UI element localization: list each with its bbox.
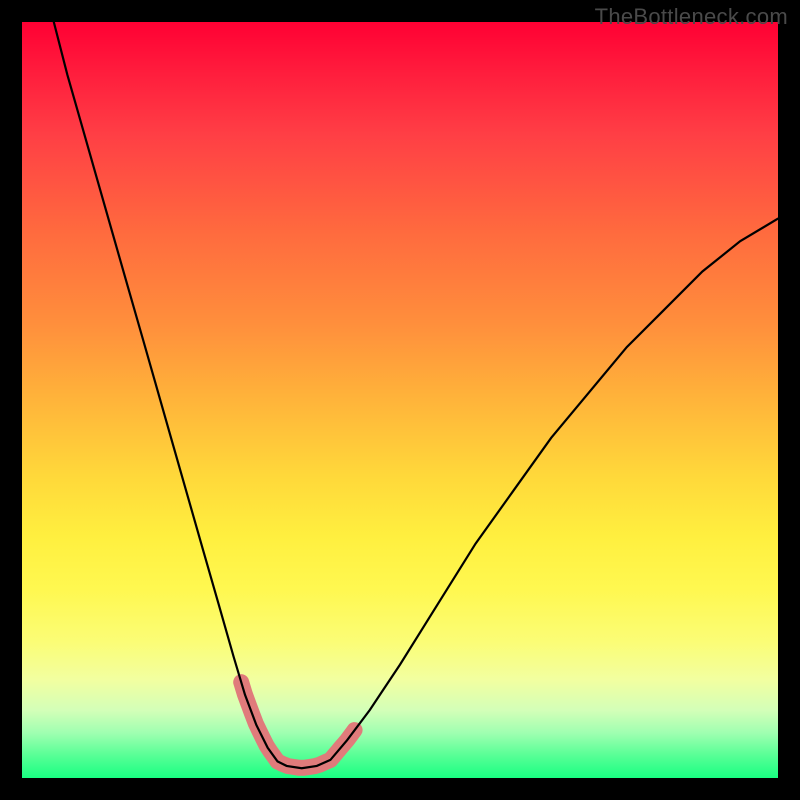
chart-container: TheBottleneck.com	[0, 0, 800, 800]
bottleneck-curve	[54, 22, 778, 768]
curve-lines	[54, 22, 778, 768]
highlight-markers	[241, 682, 354, 768]
highlight-segment	[241, 682, 277, 761]
watermark-text: TheBottleneck.com	[595, 4, 788, 30]
plot-area	[22, 22, 778, 778]
curve-layer	[22, 22, 778, 778]
